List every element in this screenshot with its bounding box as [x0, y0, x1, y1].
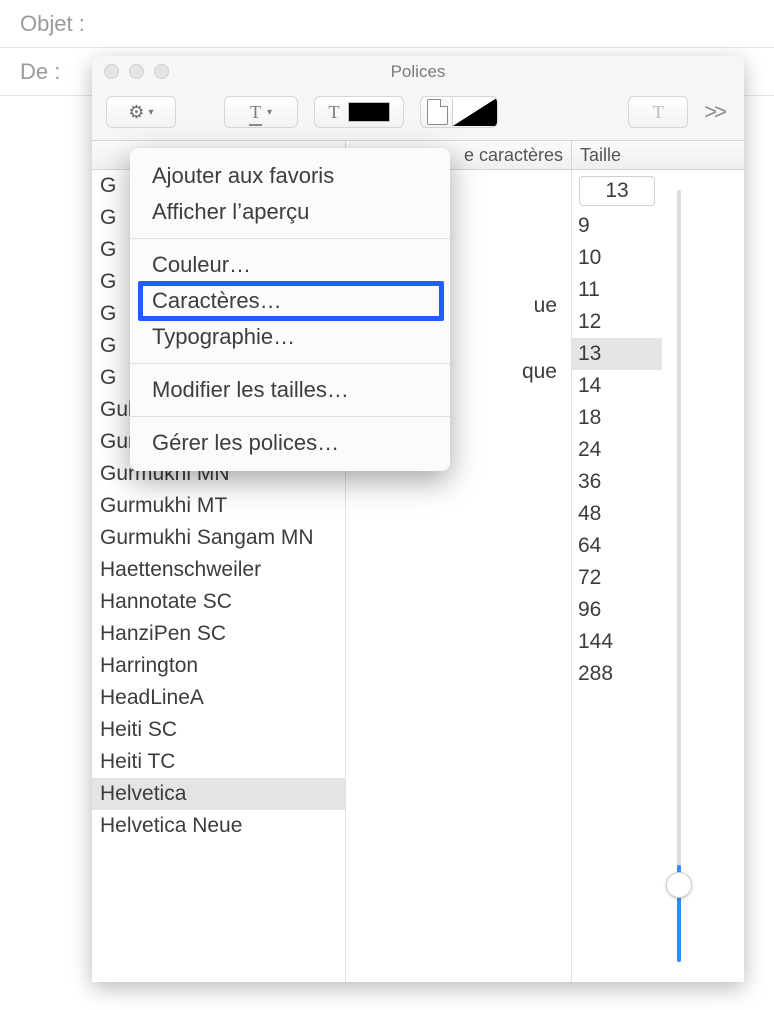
text-color-button[interactable]: T — [314, 96, 404, 128]
size-item[interactable]: 72 — [572, 562, 662, 594]
underline-button[interactable]: T ▾ — [224, 96, 298, 128]
family-item[interactable]: Harrington — [92, 650, 345, 682]
menu-item[interactable]: Couleur… — [130, 247, 450, 283]
size-item[interactable]: 10 — [572, 242, 662, 274]
family-item[interactable]: HanziPen SC — [92, 618, 345, 650]
text-effects-icon: T — [653, 102, 664, 123]
menu-item[interactable]: Typographie… — [130, 319, 450, 355]
text-color-swatch — [348, 102, 390, 122]
titlebar[interactable]: Polices — [92, 56, 744, 88]
toolbar: ⚙ ▾ T ▾ T T >> — [92, 88, 744, 140]
size-item[interactable]: 24 — [572, 434, 662, 466]
size-item[interactable]: 18 — [572, 402, 662, 434]
gear-icon: ⚙ — [128, 102, 144, 123]
page-icon — [427, 99, 448, 125]
family-item[interactable]: Helvetica — [92, 778, 345, 810]
toolbar-overflow-button[interactable]: >> — [704, 99, 730, 125]
menu-item[interactable]: Modifier les tailles… — [130, 372, 450, 408]
size-item[interactable]: 96 — [572, 594, 662, 626]
sizes-header-label: Taille — [580, 145, 621, 166]
menu-item[interactable]: Caractères… — [130, 283, 450, 319]
from-label: De : — [20, 59, 60, 85]
slider-thumb[interactable] — [666, 872, 692, 898]
gear-menu-button[interactable]: ⚙ ▾ — [106, 96, 176, 128]
family-item[interactable]: Helvetica Neue — [92, 810, 345, 842]
size-item[interactable]: 36 — [572, 466, 662, 498]
menu-item[interactable]: Gérer les polices… — [130, 425, 450, 461]
family-item[interactable]: Heiti SC — [92, 714, 345, 746]
menu-separator — [130, 416, 450, 417]
size-item[interactable]: 9 — [572, 210, 662, 242]
size-item[interactable]: 11 — [572, 274, 662, 306]
menu-separator — [130, 363, 450, 364]
chevron-down-icon: ▾ — [267, 107, 272, 118]
family-item[interactable]: Haettenschweiler — [92, 554, 345, 586]
slider-track — [677, 190, 681, 962]
family-item[interactable]: Gurmukhi MT — [92, 490, 345, 522]
chevron-down-icon: ▾ — [149, 107, 154, 118]
size-item[interactable]: 48 — [572, 498, 662, 530]
zoom-window-button[interactable] — [154, 64, 169, 79]
size-slider[interactable] — [662, 170, 696, 982]
family-item[interactable]: Heiti TC — [92, 746, 345, 778]
underline-icon: T — [250, 102, 261, 123]
text-color-icon: T — [329, 102, 340, 123]
menu-separator — [130, 238, 450, 239]
traffic-lights — [104, 64, 169, 79]
family-item[interactable]: Gurmukhi Sangam MN — [92, 522, 345, 554]
subject-label: Objet : — [20, 11, 85, 37]
close-window-button[interactable] — [104, 64, 119, 79]
subject-row[interactable]: Objet : — [0, 0, 774, 48]
family-item[interactable]: HeadLineA — [92, 682, 345, 714]
size-item[interactable]: 144 — [572, 626, 662, 658]
sizes-column-header[interactable]: Taille — [572, 140, 744, 170]
styles-header-label: e caractères — [464, 145, 571, 166]
panel-title: Polices — [391, 62, 446, 82]
menu-item[interactable]: Afficher l’aperçu — [130, 194, 450, 230]
minimize-window-button[interactable] — [129, 64, 144, 79]
menu-item[interactable]: Ajouter aux favoris — [130, 158, 450, 194]
gear-dropdown-menu: Ajouter aux favorisAfficher l’aperçu Coul… — [130, 148, 450, 471]
size-item[interactable]: 64 — [572, 530, 662, 562]
background-color-swatch — [452, 98, 497, 126]
document-background-button[interactable] — [420, 96, 498, 128]
size-item[interactable]: 13 — [572, 338, 662, 370]
size-item[interactable]: 12 — [572, 306, 662, 338]
size-item[interactable]: 288 — [572, 658, 662, 690]
text-effects-button[interactable]: T — [628, 96, 688, 128]
sizes-list[interactable]: 9101112131418243648647296144288 — [572, 210, 662, 982]
size-item[interactable]: 14 — [572, 370, 662, 402]
sizes-column: 9101112131418243648647296144288 — [572, 170, 744, 982]
size-input[interactable] — [579, 176, 655, 206]
family-item[interactable]: Hannotate SC — [92, 586, 345, 618]
